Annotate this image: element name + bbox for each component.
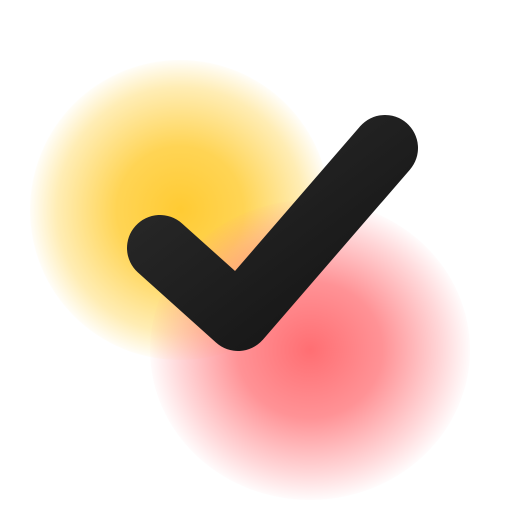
checkmark-stroke <box>127 115 418 351</box>
checkmark-icon <box>127 115 418 351</box>
app-icon <box>0 0 512 512</box>
